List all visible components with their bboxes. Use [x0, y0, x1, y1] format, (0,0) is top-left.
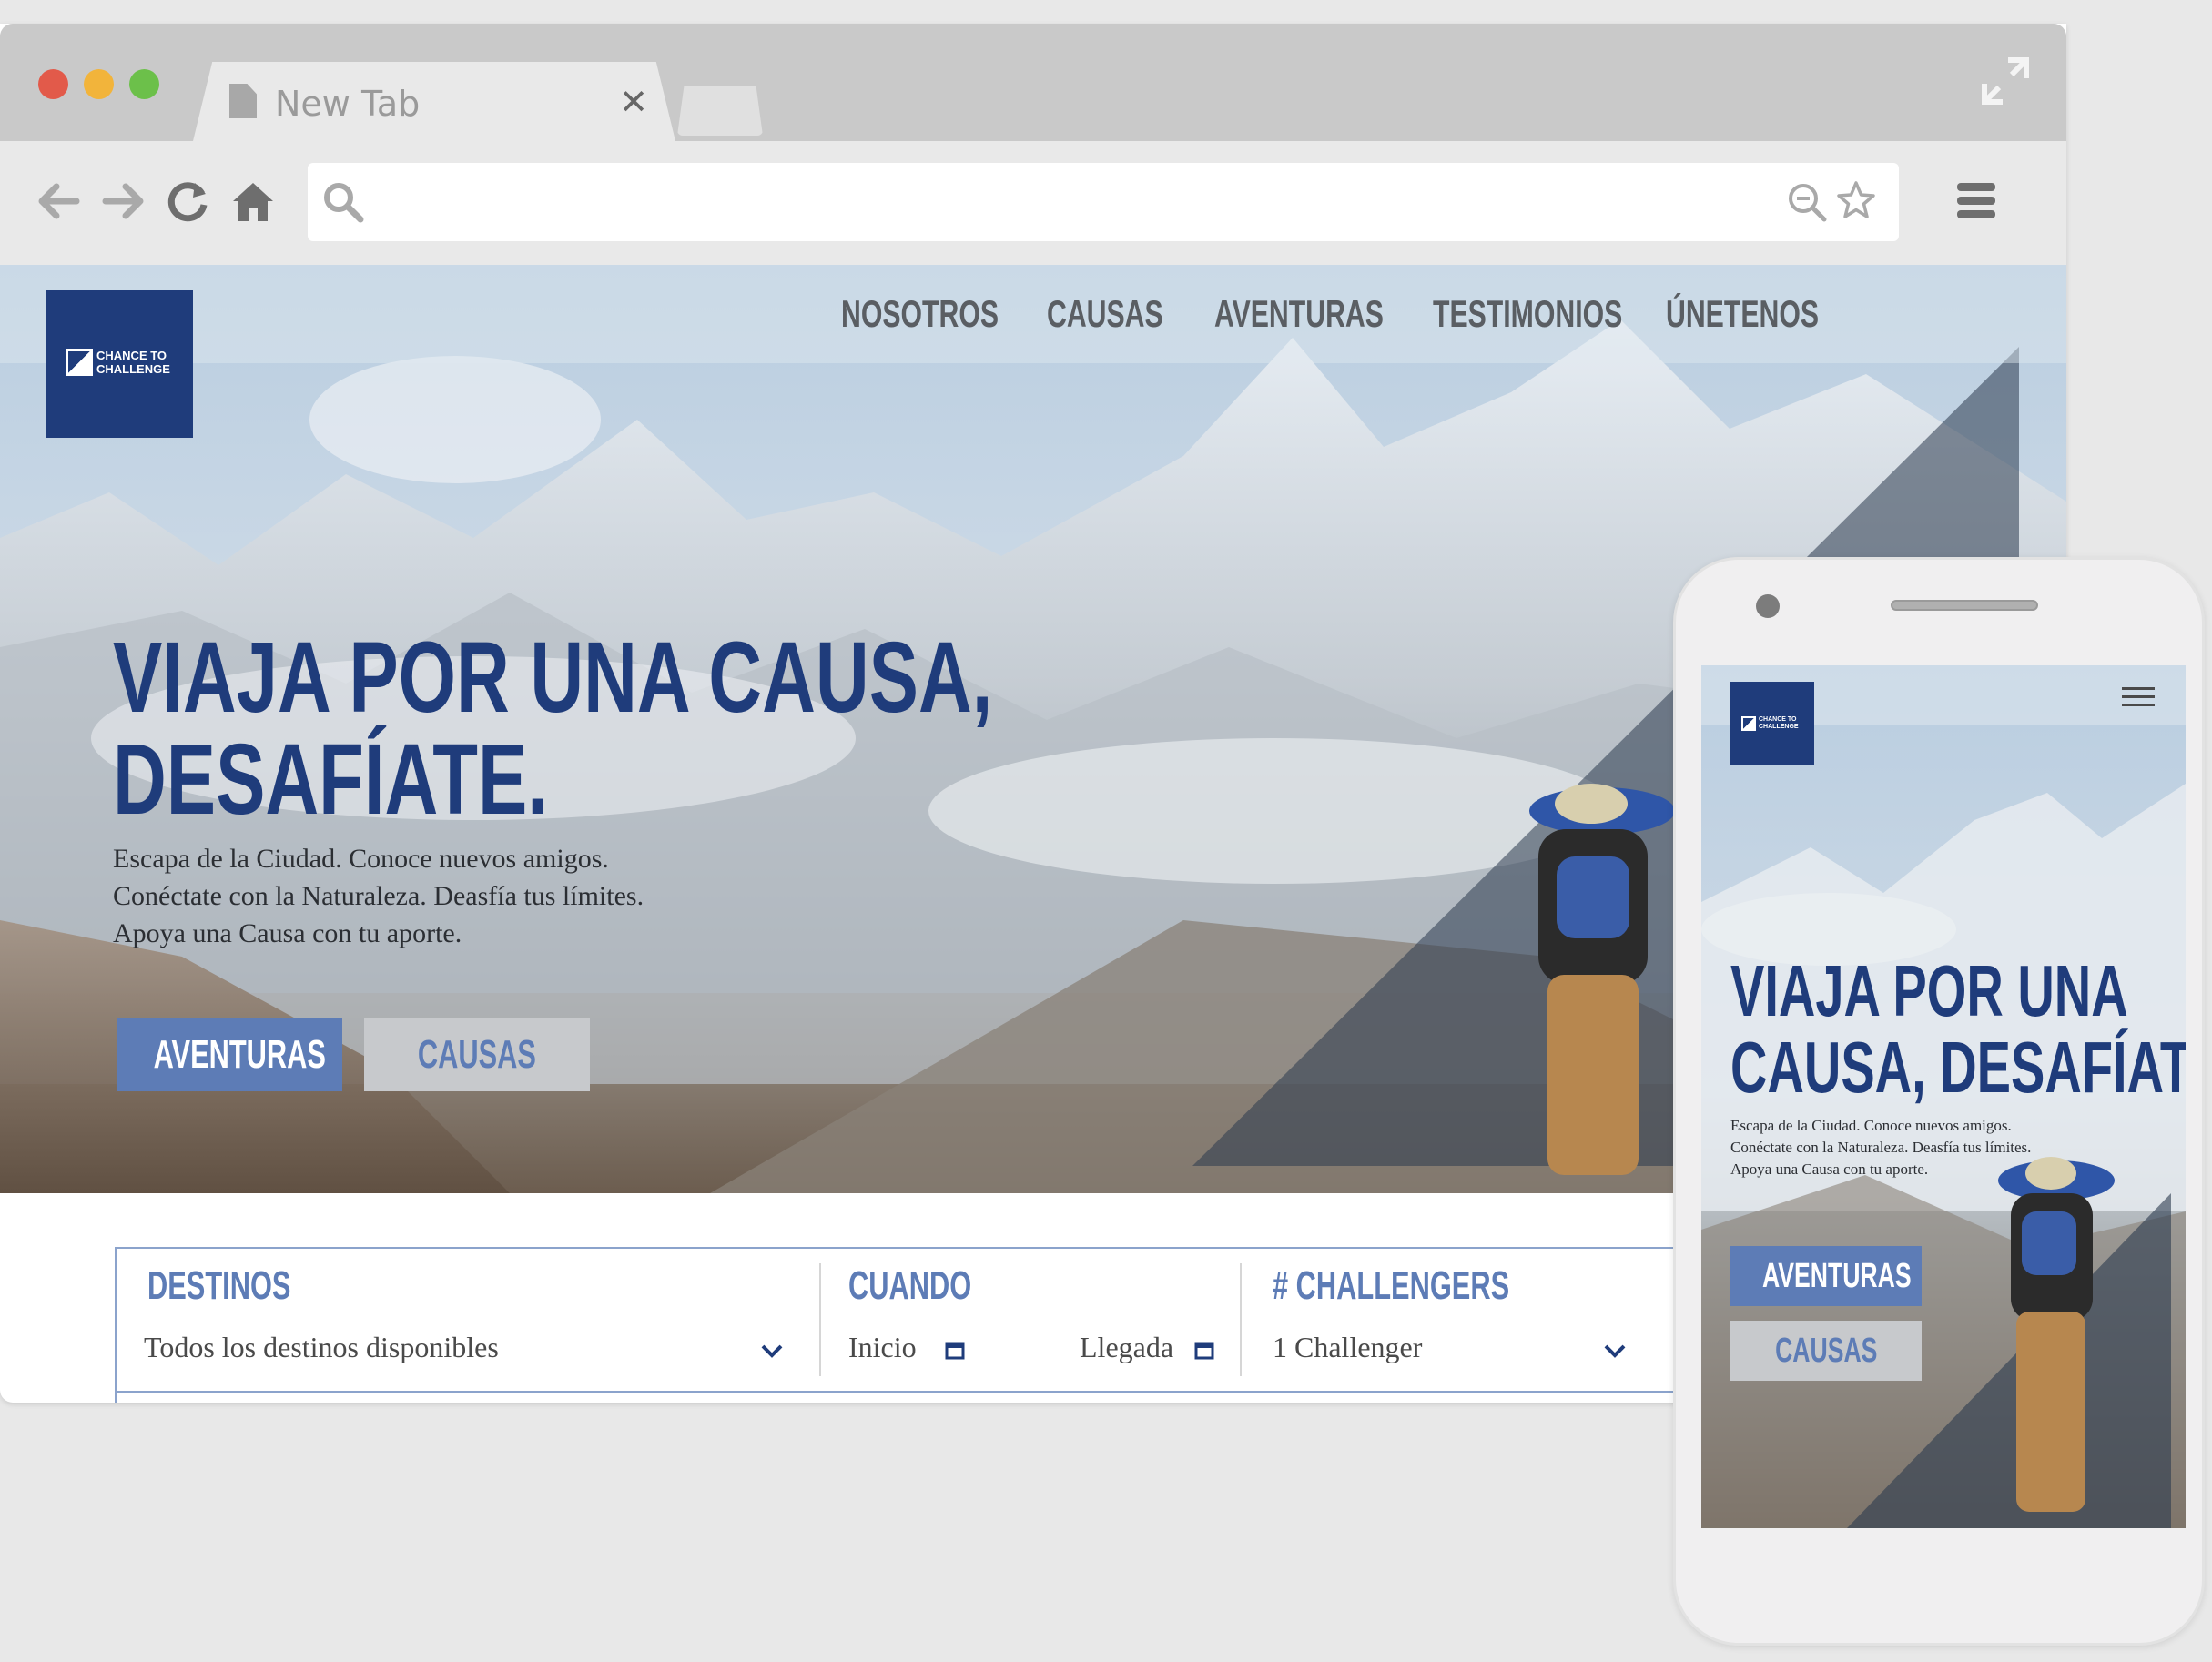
minimize-window-button[interactable] — [84, 69, 114, 99]
zoom-icon[interactable] — [1786, 181, 1828, 223]
back-arrow-icon[interactable] — [33, 176, 84, 227]
mobile-device: CHANCE TO CHALLENGE VIAJA POR UNA CAUSA,… — [1673, 557, 2205, 1646]
mobile-causas-label: CAUSAS — [1774, 1332, 1878, 1370]
hero-subtitle-line2: Conéctate con la Naturaleza. Deasfía tus… — [113, 881, 644, 911]
cuando-label: CUANDO — [848, 1263, 972, 1308]
aventuras-button[interactable]: AVENTURAS — [117, 1018, 342, 1091]
chevron-down-icon[interactable] — [759, 1338, 785, 1363]
search-icon — [324, 183, 364, 223]
tab-title: New Tab — [275, 84, 421, 124]
document-icon — [229, 84, 257, 118]
llegada-date-input[interactable]: Llegada — [1080, 1331, 1173, 1364]
new-tab-button[interactable] — [677, 86, 763, 136]
bookmark-star-icon[interactable] — [1835, 179, 1877, 221]
nav-link-aventuras[interactable]: AVENTURAS — [1214, 292, 1384, 336]
maximize-window-button[interactable] — [129, 69, 159, 99]
causas-button[interactable]: CAUSAS — [364, 1018, 590, 1091]
mobile-hero-title: VIAJA POR UNA CAUSA, DESAFÍATE. — [1730, 953, 2186, 1106]
field-divider — [1240, 1263, 1242, 1376]
phone-camera — [1756, 594, 1780, 618]
mobile-title-line2: CAUSA, DESAFÍATE. — [1730, 1027, 2186, 1108]
aventuras-button-label: AVENTURAS — [153, 1032, 326, 1077]
destinos-label: DESTINOS — [147, 1263, 291, 1308]
logo-mark-icon — [66, 349, 93, 376]
mobile-aventuras-label: AVENTURAS — [1762, 1257, 1912, 1295]
mobile-title-line1: VIAJA POR UNA — [1730, 950, 2128, 1031]
hero-subtitle-line1: Escapa de la Ciudad. Conoce nuevos amigo… — [113, 844, 609, 874]
causas-button-label: CAUSAS — [417, 1032, 537, 1077]
mobile-site-logo[interactable]: CHANCE TO CHALLENGE — [1730, 682, 1814, 765]
browser-toolbar — [0, 141, 2066, 265]
reload-icon[interactable] — [162, 176, 213, 227]
mobile-subtitle-line3: Apoya una Causa con tu aporte. — [1730, 1160, 1929, 1178]
home-icon[interactable] — [228, 176, 279, 227]
tab-close-icon[interactable]: ✕ — [619, 82, 648, 122]
nav-link-causas[interactable]: CAUSAS — [1047, 292, 1163, 336]
mobile-screen: CHANCE TO CHALLENGE VIAJA POR UNA CAUSA,… — [1701, 665, 2186, 1528]
hero-title-line2: DESAFÍATE. — [113, 724, 548, 836]
mobile-hero-subtitle: Escapa de la Ciudad. Conoce nuevos amigo… — [1730, 1115, 2031, 1181]
logo-text-line2: CHALLENGE — [1759, 724, 1799, 730]
forward-arrow-icon[interactable] — [98, 176, 149, 227]
mobile-causas-button[interactable]: CAUSAS — [1730, 1321, 1922, 1381]
address-bar[interactable] — [308, 163, 1899, 241]
phone-speaker — [1891, 600, 2038, 611]
mobile-subtitle-line2: Conéctate con la Naturaleza. Deasfía tus… — [1730, 1139, 2032, 1156]
nav-link-nosotros[interactable]: NOSOTROS — [841, 292, 999, 336]
logo-text-line1: CHANCE TO — [1759, 716, 1797, 723]
logo-text-line2: CHALLENGE — [96, 362, 170, 376]
tab-new-tab[interactable]: New Tab ✕ — [193, 62, 675, 141]
field-divider — [819, 1263, 821, 1376]
site-logo[interactable]: CHANCE TO CHALLENGE — [46, 290, 193, 438]
close-window-button[interactable] — [38, 69, 68, 99]
inicio-date-input[interactable]: Inicio — [848, 1331, 917, 1364]
challengers-select[interactable]: 1 Challenger — [1273, 1331, 1422, 1364]
calendar-icon[interactable] — [1194, 1340, 1214, 1360]
browser-menu-icon[interactable] — [1955, 181, 1997, 221]
mobile-subtitle-line1: Escapa de la Ciudad. Conoce nuevos amigo… — [1730, 1117, 2012, 1134]
trip-search-form: DESTINOS Todos los destinos disponibles … — [115, 1247, 1862, 1393]
hero-title-line1: VIAJA POR UNA CAUSA, — [113, 622, 993, 734]
nav-link-unetenos[interactable]: ÚNETENOS — [1666, 292, 1819, 336]
challengers-label: # CHALLENGERS — [1273, 1263, 1510, 1308]
hamburger-menu-icon[interactable] — [2122, 685, 2155, 709]
nav-link-testimonios[interactable]: TESTIMONIOS — [1433, 292, 1622, 336]
fullscreen-icon[interactable] — [1981, 56, 2030, 106]
hero-title: VIAJA POR UNA CAUSA, DESAFÍATE. — [113, 627, 1302, 831]
mobile-aventuras-button[interactable]: AVENTURAS — [1730, 1246, 1922, 1306]
calendar-icon[interactable] — [945, 1340, 965, 1360]
logo-mark-icon — [1741, 716, 1756, 731]
hero-subtitle: Escapa de la Ciudad. Conoce nuevos amigo… — [113, 840, 644, 952]
logo-text-line1: CHANCE TO — [96, 349, 167, 362]
destinos-select[interactable]: Todos los destinos disponibles — [144, 1331, 499, 1364]
tab-bar: New Tab ✕ — [0, 24, 2066, 141]
chevron-down-icon[interactable] — [1602, 1338, 1628, 1363]
hero-subtitle-line3: Apoya una Causa con tu aporte. — [113, 918, 462, 948]
